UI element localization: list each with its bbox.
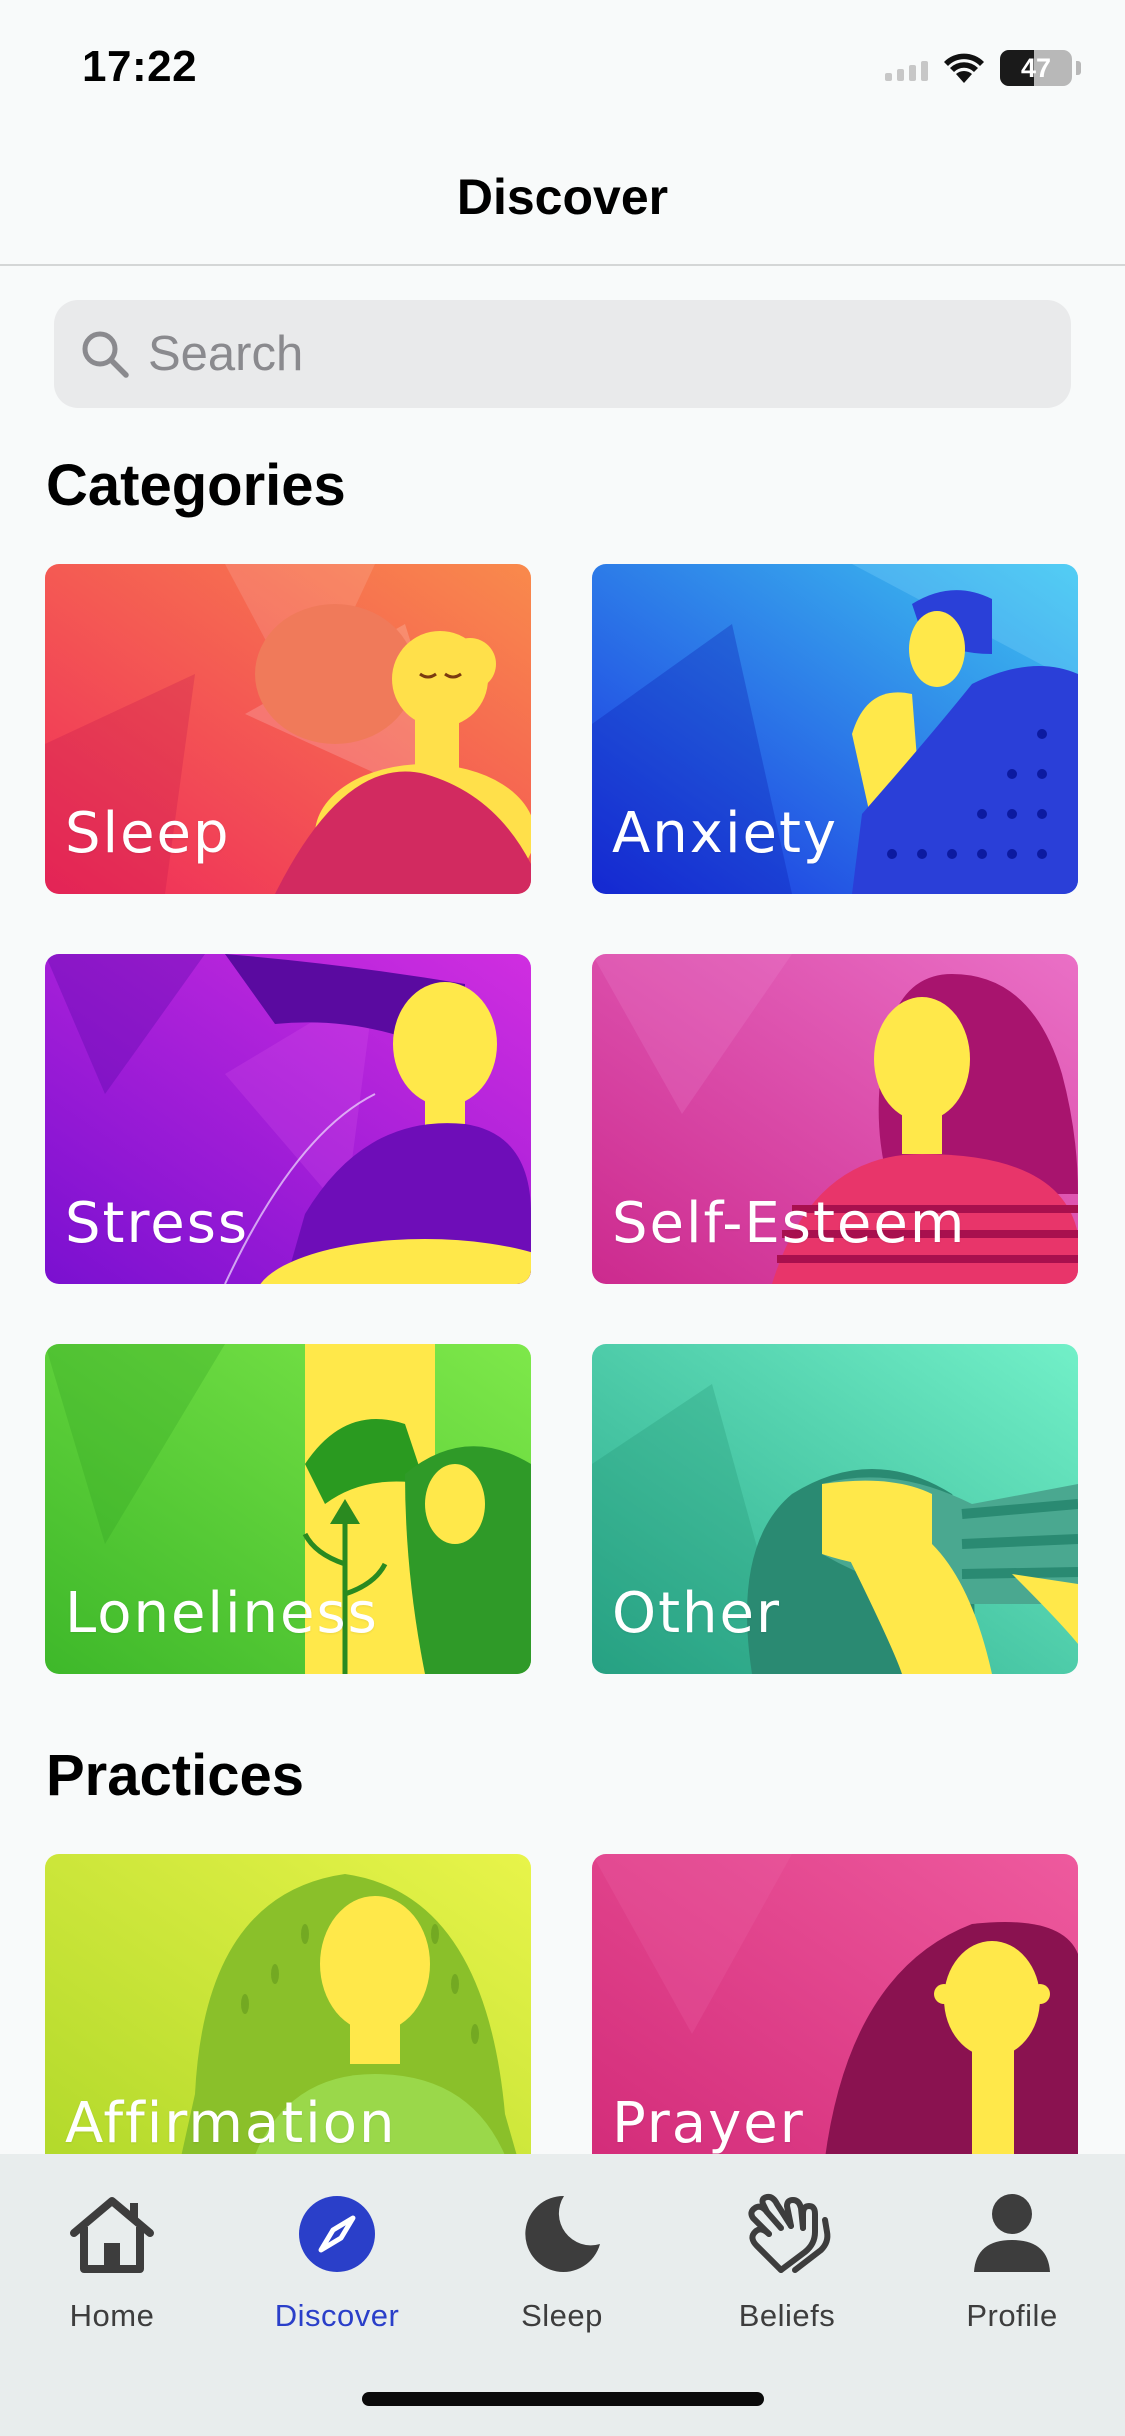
category-label: Self-Esteem [612, 1191, 967, 1256]
category-card-stress[interactable]: Stress [45, 954, 531, 1284]
search-input[interactable] [148, 326, 998, 382]
practice-label: Prayer [612, 2091, 805, 2156]
status-icons: 47 [885, 48, 1081, 88]
praying-hands-icon [748, 2193, 831, 2273]
tab-beliefs[interactable]: Beliefs [697, 2184, 877, 2334]
tab-label: Sleep [521, 2298, 603, 2333]
category-card-other[interactable]: Other [592, 1344, 1078, 1674]
tab-label: Home [69, 2298, 155, 2333]
compass-icon [299, 2196, 375, 2272]
practice-card-affirmation[interactable]: Affirmation [45, 1854, 531, 2184]
house-icon [70, 2197, 154, 2273]
nav-divider [0, 264, 1125, 266]
category-label: Other [612, 1581, 782, 1646]
search-icon [82, 331, 129, 378]
category-label: Loneliness [65, 1581, 379, 1646]
category-label: Anxiety [612, 801, 839, 866]
tab-sleep[interactable]: Sleep [472, 2184, 652, 2334]
tab-profile[interactable]: Profile [922, 2184, 1102, 2334]
category-card-loneliness[interactable]: Loneliness [45, 1344, 531, 1674]
categories-heading: Categories [46, 453, 346, 518]
home-indicator [362, 2392, 764, 2406]
category-card-anxiety[interactable]: Anxiety [592, 564, 1078, 894]
category-label: Sleep [65, 801, 231, 866]
page-title: Discover [456, 169, 669, 225]
category-card-sleep[interactable]: Sleep [45, 564, 531, 894]
practice-label: Affirmation [65, 2091, 397, 2156]
status-bar: 17:22 47 [0, 0, 1125, 135]
battery-cap [1076, 61, 1081, 75]
tab-label: Discover [274, 2298, 400, 2333]
tab-label: Profile [966, 2298, 1058, 2333]
moon-icon [525, 2195, 600, 2272]
practices-heading: Practices [46, 1743, 304, 1808]
battery-icon: 47 [1000, 50, 1072, 86]
category-card-self-esteem[interactable]: Self-Esteem [592, 954, 1078, 1284]
wifi-icon [944, 53, 984, 83]
practice-card-prayer[interactable]: Prayer [592, 1854, 1078, 2184]
cellular-signal-icon [885, 55, 928, 81]
tab-home[interactable]: Home [22, 2184, 202, 2334]
tab-label: Beliefs [738, 2298, 836, 2333]
person-icon [974, 2194, 1050, 2272]
battery-percent: 47 [1020, 52, 1052, 83]
search-bar[interactable] [54, 300, 1071, 408]
tab-discover[interactable]: Discover [247, 2184, 427, 2334]
status-time: 17:22 [82, 42, 198, 91]
category-label: Stress [65, 1191, 250, 1256]
